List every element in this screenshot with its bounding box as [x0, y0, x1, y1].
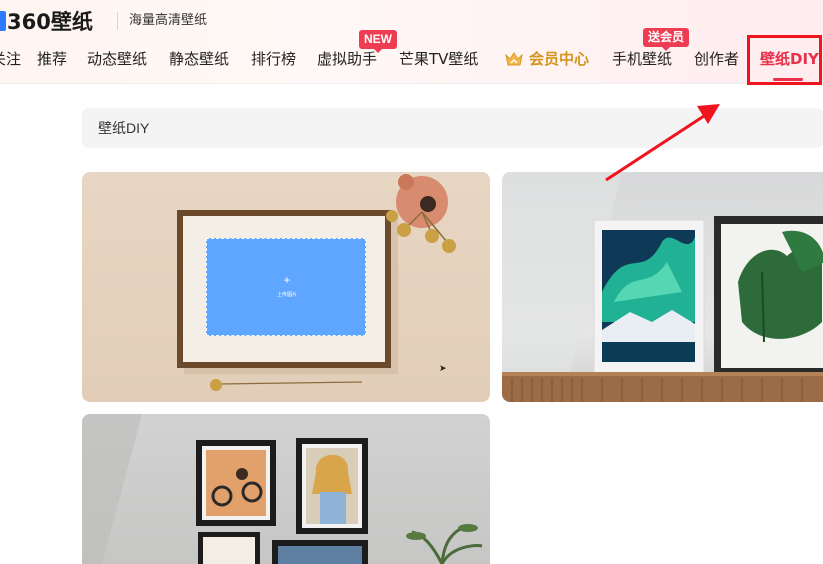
nav-item-recommend[interactable]: 推荐: [37, 48, 67, 70]
logo-divider: [117, 12, 118, 30]
nav-item-virtual-assistant[interactable]: 虚拟助手: [317, 48, 377, 70]
nav-item-static-wallpaper[interactable]: 静态壁纸: [169, 48, 229, 70]
crown-icon: [505, 52, 523, 66]
site-slogan: 海量高清壁纸: [129, 12, 208, 27]
site-logo[interactable]: 360壁纸: [0, 9, 93, 34]
aurora-monstera-scene: [502, 172, 823, 402]
mouse-cursor-icon: ➤: [439, 363, 447, 373]
nav-item-ranking[interactable]: 排行榜: [251, 48, 296, 70]
template-card-aurora-monstera[interactable]: [502, 172, 823, 402]
logo-text: 360壁纸: [7, 10, 93, 34]
logo-mark-icon: [0, 11, 6, 31]
breadcrumb-current: 壁纸DIY: [98, 120, 150, 136]
upload-plus-icon: +: [283, 273, 291, 287]
new-badge: NEW: [359, 30, 397, 53]
nav-item-mobile-wallpaper[interactable]: 手机壁纸: [612, 48, 672, 70]
top-header: 360壁纸 海量高清壁纸 关注 推荐 动态壁纸 静态壁纸 排行榜 虚拟助手 NE…: [0, 0, 823, 84]
nav-item-follow[interactable]: 关注: [0, 48, 21, 70]
free-vip-badge: 送会员: [643, 28, 690, 51]
template-card-gallery-wall[interactable]: [82, 414, 490, 564]
annotation-highlight-box: [747, 35, 822, 85]
nav-item-mango-tv[interactable]: 芒果TV壁纸: [399, 48, 478, 70]
upload-image-area[interactable]: + 上传图片 ➤: [206, 238, 447, 373]
template-card-beige-frame[interactable]: + 上传图片 ➤: [82, 172, 490, 402]
upload-image-label: 上传图片: [276, 292, 297, 298]
gallery-wall-scene: [82, 414, 483, 564]
nav-item-dynamic-wallpaper[interactable]: 动态壁纸: [87, 48, 147, 70]
nav-item-creator[interactable]: 创作者: [694, 48, 739, 70]
breadcrumb-bar: 壁纸DIY: [82, 108, 823, 148]
nav-item-vip-center[interactable]: 会员中心: [529, 48, 589, 70]
